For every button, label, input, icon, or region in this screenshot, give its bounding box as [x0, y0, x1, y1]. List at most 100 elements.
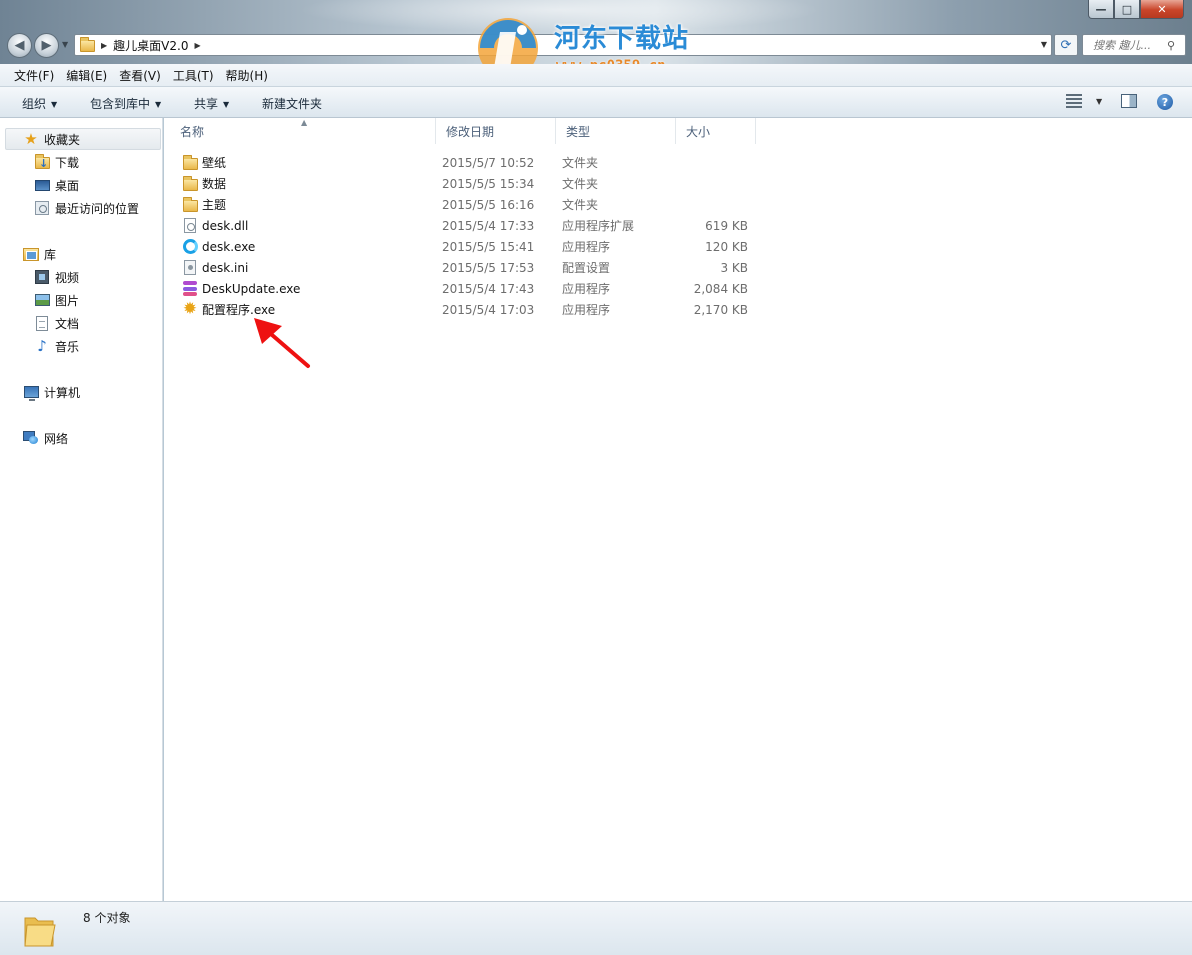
caret-down-icon[interactable]: ▼ — [1096, 97, 1102, 106]
new-folder-button[interactable]: 新建文件夹 — [262, 95, 322, 112]
search-input[interactable] — [1093, 38, 1167, 52]
sidebar-item-label: 音乐 — [55, 339, 80, 354]
file-size: 619 KB — [705, 218, 748, 233]
sidebar-item-downloads[interactable]: ↓ 下载 — [34, 152, 79, 172]
menu-view[interactable]: 查看(V) — [113, 67, 167, 84]
file-list: ▲ 名称 修改日期 类型 大小 壁纸 2015/5/7 10:52 文件夹 数据… — [164, 118, 1192, 901]
arrow-left-icon: ◀ — [14, 38, 25, 53]
address-dropdown-icon[interactable]: ▼ — [1041, 40, 1047, 49]
command-bar: 组织 ▼ 包含到库中 ▼ 共享 ▼ 新建文件夹 ▼ ? — [0, 87, 1192, 118]
folder-icon — [80, 37, 95, 52]
sidebar-item-desktop[interactable]: 桌面 — [34, 175, 79, 195]
file-type: 应用程序扩展 — [562, 219, 635, 233]
column-header-type[interactable]: 类型 — [556, 118, 676, 144]
sidebar-item-libraries[interactable]: 库 — [23, 244, 56, 264]
column-label: 修改日期 — [446, 124, 495, 139]
update-app-icon — [182, 281, 198, 297]
menu-help[interactable]: 帮助(H) — [220, 67, 274, 84]
sidebar-item-label: 下载 — [55, 155, 80, 170]
folder-icon — [182, 175, 198, 192]
sidebar-item-favorites[interactable]: ★ 收藏夹 — [23, 129, 80, 149]
gear-icon: ✹ — [182, 299, 198, 319]
column-label: 大小 — [686, 124, 711, 139]
file-name-cell: 主题 — [182, 194, 226, 215]
column-header-name[interactable]: 名称 — [170, 118, 436, 144]
file-date: 2015/5/5 15:34 — [442, 176, 535, 191]
table-row[interactable]: 数据 2015/5/5 15:34 文件夹 — [164, 173, 1192, 194]
sidebar-item-music[interactable]: ♪ 音乐 — [34, 336, 79, 356]
table-row[interactable]: desk.ini 2015/5/5 17:53 配置设置 3 KB — [164, 257, 1192, 278]
sidebar-item-documents[interactable]: 文档 — [34, 313, 79, 333]
maximize-button[interactable]: □ — [1114, 0, 1140, 19]
file-type: 配置设置 — [562, 261, 611, 275]
table-row[interactable]: DeskUpdate.exe 2015/5/4 17:43 应用程序 2,084… — [164, 278, 1192, 299]
annotation-arrow-icon — [254, 318, 310, 368]
folder-icon — [182, 154, 198, 171]
help-button[interactable]: ? — [1157, 94, 1173, 110]
file-name: desk.dll — [202, 218, 249, 233]
recent-places-icon — [34, 200, 50, 216]
share-button[interactable]: 共享 ▼ — [194, 95, 229, 112]
explorer-window: — □ ✕ ◀ ▶ ▼ ▶ 趣儿桌面V2.0 ▶ ▼ ⟳ ⚲ — [0, 0, 1192, 955]
file-name: DeskUpdate.exe — [202, 281, 301, 296]
navigation-pane: ★ 收藏夹 ↓ 下载 桌面 最近访问的位置 库 视频 图片 文档 ♪ 音乐 计算… — [0, 118, 163, 901]
search-box[interactable]: ⚲ — [1082, 34, 1186, 56]
file-size — [674, 194, 748, 215]
column-header-date[interactable]: 修改日期 — [436, 118, 556, 144]
file-date: 2015/5/4 17:33 — [442, 218, 535, 233]
share-label: 共享 — [194, 97, 219, 111]
file-date: 2015/5/4 17:03 — [442, 302, 535, 317]
file-size — [674, 173, 748, 194]
minimize-button[interactable]: — — [1088, 0, 1114, 19]
sidebar-item-pictures[interactable]: 图片 — [34, 290, 79, 310]
folder-icon — [182, 196, 198, 213]
file-size: 3 KB — [720, 260, 748, 275]
table-row[interactable]: ✹ 配置程序.exe 2015/5/4 17:03 应用程序 2,170 KB — [164, 299, 1192, 320]
forward-button[interactable]: ▶ — [34, 33, 59, 58]
video-icon — [34, 269, 50, 285]
address-bar[interactable]: ▶ 趣儿桌面V2.0 ▶ ▼ — [74, 34, 1052, 56]
menu-file[interactable]: 文件(F) — [8, 67, 60, 84]
sidebar-item-computer[interactable]: 计算机 — [23, 382, 80, 402]
file-date: 2015/5/5 17:53 — [442, 260, 535, 275]
preview-pane-button[interactable] — [1121, 94, 1137, 108]
file-type: 应用程序 — [562, 240, 611, 254]
search-icon[interactable]: ⚲ — [1167, 39, 1175, 52]
file-name: 数据 — [202, 177, 227, 191]
organize-button[interactable]: 组织 ▼ — [22, 95, 57, 112]
file-size: 120 KB — [705, 239, 748, 254]
table-row[interactable]: 主题 2015/5/5 16:16 文件夹 — [164, 194, 1192, 215]
sidebar-item-label: 图片 — [55, 293, 80, 308]
include-library-label: 包含到库中 — [90, 97, 151, 111]
close-button[interactable]: ✕ — [1140, 0, 1184, 19]
breadcrumb-current[interactable]: 趣儿桌面V2.0 — [113, 37, 188, 54]
menu-edit[interactable]: 编辑(E) — [60, 67, 113, 84]
sidebar-item-videos[interactable]: 视频 — [34, 267, 79, 287]
sidebar-item-recent[interactable]: 最近访问的位置 — [34, 198, 139, 218]
column-header-size[interactable]: 大小 — [676, 118, 756, 144]
desk-app-icon — [182, 239, 198, 255]
network-icon — [23, 430, 39, 446]
document-icon — [34, 315, 50, 331]
chevron-right-icon[interactable]: ▶ — [101, 41, 107, 50]
sidebar-item-network[interactable]: 网络 — [23, 428, 68, 448]
sidebar-item-label: 网络 — [44, 431, 69, 446]
refresh-button[interactable]: ⟳ — [1054, 34, 1078, 56]
chevron-right-icon[interactable]: ▶ — [194, 41, 200, 50]
menu-tools[interactable]: 工具(T) — [167, 67, 220, 84]
caption-buttons: — □ ✕ — [1088, 0, 1184, 20]
back-button[interactable]: ◀ — [7, 33, 32, 58]
file-size — [674, 152, 748, 173]
recent-pages-dropdown[interactable]: ▼ — [62, 40, 68, 49]
include-library-button[interactable]: 包含到库中 ▼ — [90, 95, 161, 112]
table-row[interactable]: desk.exe 2015/5/5 15:41 应用程序 120 KB — [164, 236, 1192, 257]
file-type: 文件夹 — [562, 198, 599, 212]
change-view-button[interactable]: ▼ — [1066, 94, 1102, 108]
refresh-icon: ⟳ — [1060, 37, 1072, 53]
table-row[interactable]: 壁纸 2015/5/7 10:52 文件夹 — [164, 152, 1192, 173]
caret-down-icon: ▼ — [51, 100, 58, 109]
table-row[interactable]: desk.dll 2015/5/4 17:33 应用程序扩展 619 KB — [164, 215, 1192, 236]
item-count: 8 个对象 — [83, 911, 131, 925]
file-type: 文件夹 — [562, 177, 599, 191]
desktop-icon — [34, 177, 50, 193]
